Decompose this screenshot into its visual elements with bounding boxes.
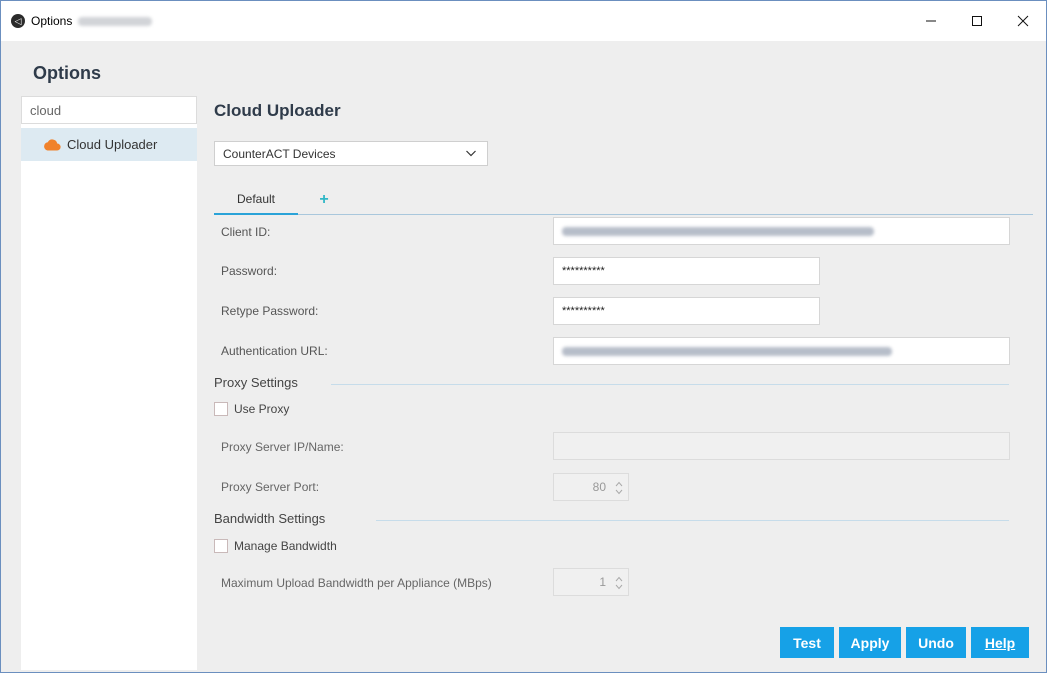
minimize-icon: [926, 20, 936, 22]
proxy-port-spinner[interactable]: 80: [553, 473, 629, 501]
app-icon: ◁: [11, 14, 25, 28]
options-search-input[interactable]: cloud: [21, 96, 197, 124]
client-id-redacted-value: [562, 226, 874, 236]
tree-item-label: Cloud Uploader: [67, 137, 158, 152]
apply-button[interactable]: Apply: [839, 627, 901, 658]
title-bar: ◁ Options: [1, 1, 1046, 41]
options-window: ◁ Options Options cloud Cloud Uploader C…: [0, 0, 1047, 673]
test-button[interactable]: Test: [780, 627, 834, 658]
dropdown-value: CounterACT Devices: [223, 146, 336, 161]
proxy-port-label: Proxy Server Port:: [221, 480, 320, 494]
help-button[interactable]: Help: [971, 627, 1029, 658]
close-icon: [1017, 15, 1029, 27]
max-bandwidth-label: Maximum Upload Bandwidth per Appliance (…: [221, 576, 492, 590]
spinner-arrows-icon[interactable]: [615, 480, 623, 496]
config-tabs: Default +: [214, 184, 1033, 215]
max-bandwidth-value: 1: [599, 575, 606, 589]
password-label: Password:: [221, 264, 278, 278]
cloud-icon: [43, 138, 61, 151]
use-proxy-label: Use Proxy: [234, 402, 290, 416]
minimize-button[interactable]: [908, 1, 954, 41]
proxy-settings-divider: [331, 384, 1009, 385]
manage-bandwidth-row[interactable]: Manage Bandwidth: [214, 539, 337, 553]
auth-url-redacted-value: [562, 346, 892, 356]
retype-password-input[interactable]: **********: [553, 297, 820, 325]
max-bandwidth-spinner[interactable]: 1: [553, 568, 629, 596]
chevron-down-icon: [465, 147, 477, 162]
retype-password-label: Retype Password:: [221, 304, 319, 318]
auth-url-input[interactable]: [553, 337, 1010, 365]
bandwidth-settings-title: Bandwidth Settings: [214, 511, 326, 526]
title-redacted-address: [78, 16, 153, 26]
add-tab-button[interactable]: +: [312, 185, 336, 215]
proxy-settings-title: Proxy Settings: [214, 375, 298, 390]
bandwidth-settings-divider: [376, 520, 1009, 521]
window-title: Options: [31, 14, 73, 28]
client-id-label: Client ID:: [221, 225, 271, 239]
use-proxy-checkbox[interactable]: [214, 402, 228, 416]
use-proxy-row[interactable]: Use Proxy: [214, 402, 289, 416]
proxy-port-value: 80: [592, 480, 606, 494]
password-input[interactable]: **********: [553, 257, 820, 285]
manage-bandwidth-checkbox[interactable]: [214, 539, 228, 553]
auth-url-label: Authentication URL:: [221, 344, 328, 358]
section-title: Cloud Uploader: [214, 101, 341, 120]
proxy-server-input[interactable]: [553, 432, 1010, 460]
tree-item-cloud-uploader[interactable]: Cloud Uploader: [21, 128, 197, 161]
client-id-input[interactable]: [553, 217, 1010, 245]
proxy-server-label: Proxy Server IP/Name:: [221, 440, 344, 454]
undo-button[interactable]: Undo: [906, 627, 966, 658]
maximize-button[interactable]: [954, 1, 1000, 41]
device-scope-dropdown[interactable]: CounterACT Devices: [214, 141, 488, 166]
tab-default[interactable]: Default: [214, 185, 298, 215]
close-button[interactable]: [1000, 1, 1046, 41]
page-heading: Options: [33, 63, 101, 83]
manage-bandwidth-label: Manage Bandwidth: [234, 539, 337, 553]
window-controls: [908, 1, 1046, 41]
maximize-icon: [972, 16, 982, 26]
options-tree-panel: cloud Cloud Uploader: [21, 96, 197, 670]
spinner-arrows-icon[interactable]: [615, 575, 623, 591]
